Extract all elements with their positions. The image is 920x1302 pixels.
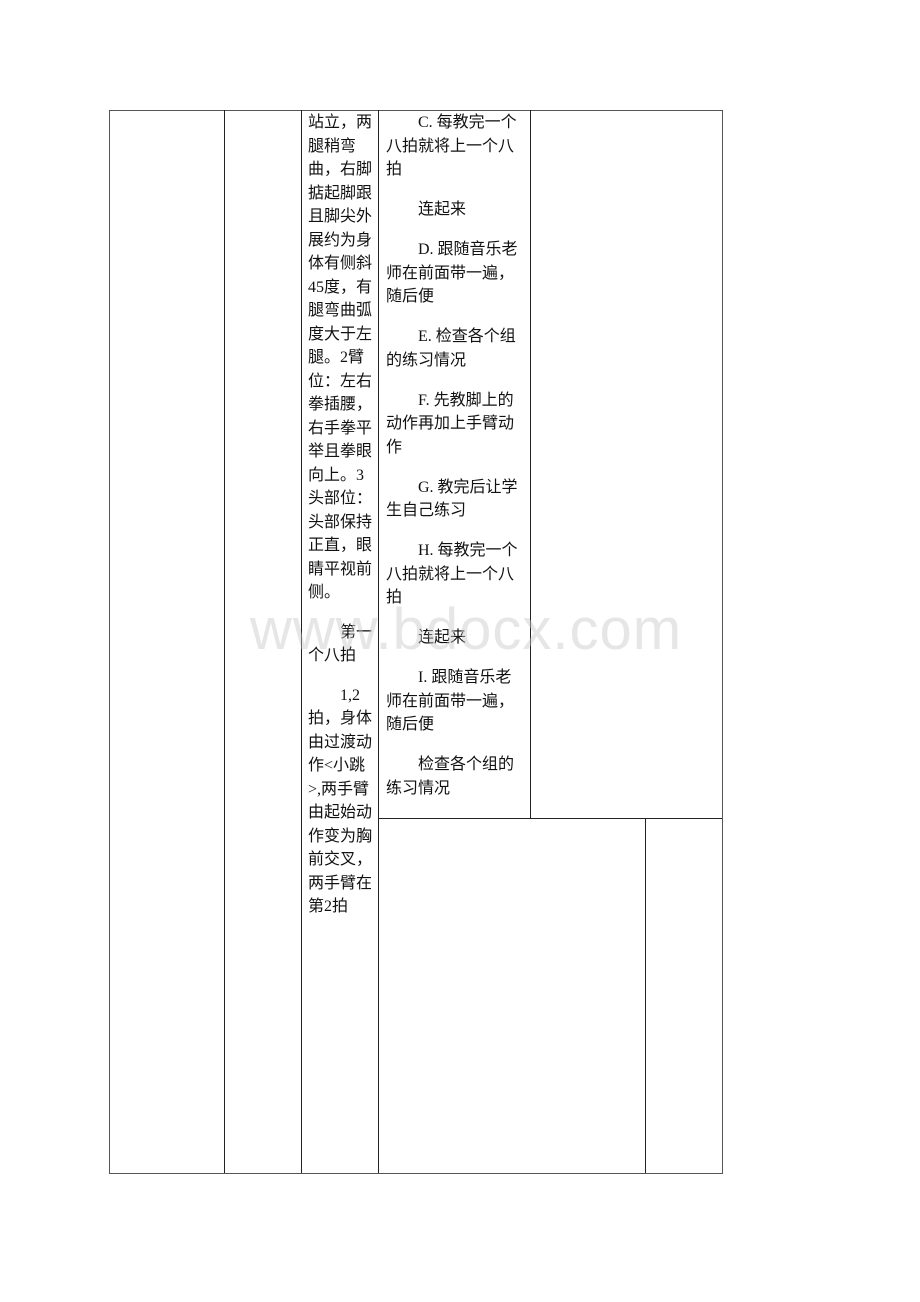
- cell-paragraph: 站立，两腿稍弯曲，右脚掂起脚跟且脚尖外展约为身体有侧斜45度，有腿弯曲弧度大于左…: [308, 114, 373, 601]
- document-page: 站立，两腿稍弯曲，右脚掂起脚跟且脚尖外展约为身体有侧斜45度，有腿弯曲弧度大于左…: [0, 0, 920, 1302]
- table-row-divider: [378, 818, 722, 819]
- cell-paragraph: 1,2拍，身体由过渡动作<小跳>,两手臂由起始动作变为胸前交叉，两手臂在第2拍: [308, 686, 373, 916]
- table-col-divider-1: [224, 110, 225, 1173]
- cell-paragraph: I. 跟随音乐老师在前面带一遍，随后便: [386, 669, 515, 733]
- table-col-divider-4-bottom: [645, 818, 646, 1173]
- cell-paragraph: 检查各个组的练习情况: [386, 756, 515, 797]
- table-cell-movement-description: 站立，两腿稍弯曲，右脚掂起脚跟且脚尖外展约为身体有侧斜45度，有腿弯曲弧度大于左…: [308, 111, 374, 935]
- cell-paragraph: 连起来: [418, 629, 467, 646]
- cell-paragraph: G. 教完后让学生自己练习: [386, 478, 518, 520]
- cell-paragraph: E. 检查各个组的练习情况: [386, 328, 516, 369]
- table-cell-teaching-steps: C. 每教完一个八拍就将上一个八拍 连起来 D. 跟随音乐老师在前面带一遍，随后…: [386, 111, 526, 817]
- cell-paragraph: D. 跟随音乐老师在前面带一遍，随后便: [386, 241, 518, 305]
- cell-paragraph: 连起来: [418, 201, 467, 218]
- table-col-divider-3: [378, 110, 379, 1173]
- cell-paragraph: F. 先教脚上的动作再加上手臂动作: [386, 391, 515, 456]
- cell-paragraph: 第一个八拍: [308, 623, 373, 665]
- table-col-divider-2: [301, 110, 302, 1173]
- table-col-divider-4-top: [530, 110, 531, 819]
- cell-paragraph: C. 每教完一个八拍就将上一个八拍: [386, 114, 517, 178]
- cell-paragraph: H. 每教完一个八拍就将上一个八拍: [386, 542, 518, 606]
